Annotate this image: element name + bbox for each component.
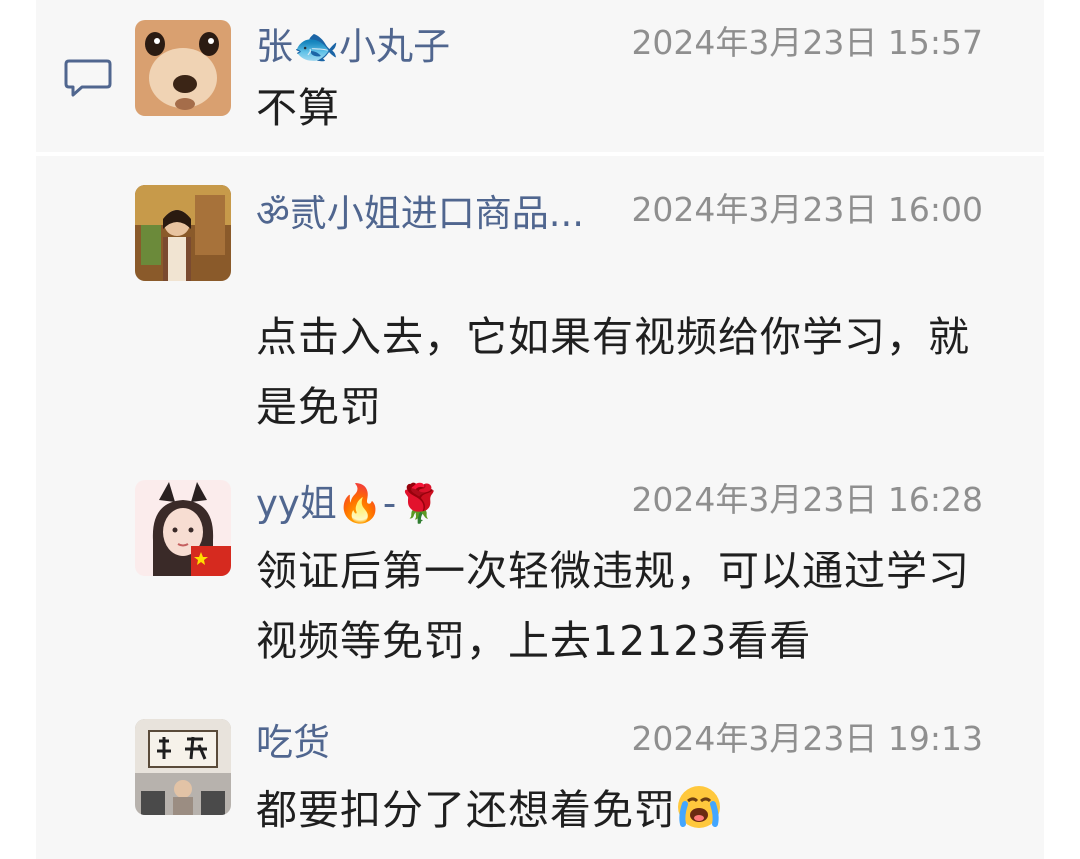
author-name[interactable]: 吃货 xyxy=(256,718,330,768)
calligraphy-photo-avatar[interactable] xyxy=(135,719,231,815)
timestamp: 2024年3月23日 16:00 xyxy=(631,190,983,229)
author-name[interactable]: 张🐟小丸子 xyxy=(256,22,450,72)
timestamp: 2024年3月23日 15:57 xyxy=(631,23,983,62)
loudly-crying-face-emoji xyxy=(676,781,722,851)
woman-photo-avatar[interactable] xyxy=(135,185,231,281)
author-name[interactable]: ॐ贰小姐进口商品... xyxy=(256,189,584,239)
comment-bubble-icon[interactable] xyxy=(64,58,112,98)
shiba-dog-avatar[interactable] xyxy=(135,20,231,116)
comment-text: 不算 xyxy=(256,84,340,132)
comment-text: 领证后第一次轻微违规，可以通过学习视频等免罚，上去12123看看 xyxy=(256,547,970,665)
author-name[interactable]: yy姐🔥-🌹 xyxy=(256,479,442,529)
cartoon-girl-avatar[interactable] xyxy=(135,480,231,576)
comment-text-content: 都要扣分了还想着免罚 xyxy=(256,786,676,834)
comment-text: 点击入去，它如果有视频给你学习，就是免罚 xyxy=(256,313,970,431)
timestamp: 2024年3月23日 19:13 xyxy=(631,719,983,758)
timestamp: 2024年3月23日 16:28 xyxy=(631,480,983,519)
comment-text: 都要扣分了还想着免罚 xyxy=(256,775,996,851)
divider xyxy=(36,152,1044,156)
